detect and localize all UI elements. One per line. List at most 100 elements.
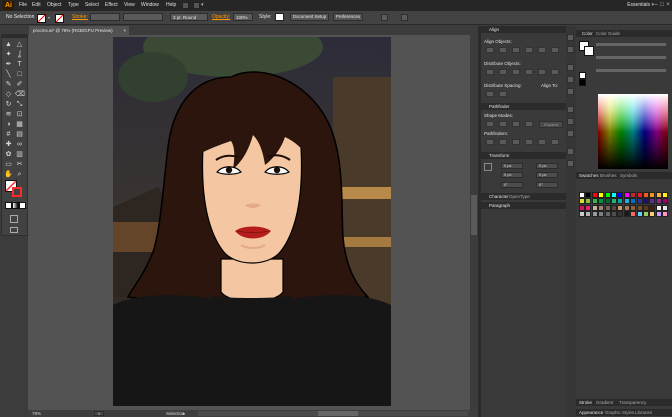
transform-w-field[interactable]: 0 px	[536, 163, 558, 169]
pf-row-2-button-2[interactable]	[499, 139, 507, 145]
fill-dropdown-icon[interactable]: ▾	[48, 15, 50, 20]
swatch[interactable]	[604, 198, 611, 205]
brushes-icon[interactable]	[567, 76, 574, 83]
graphic-styles-panel-tab[interactable]: Graphic Styles	[605, 409, 634, 416]
pf-row-2-button-6[interactable]	[551, 139, 559, 145]
color-panel-icon[interactable]	[567, 34, 574, 41]
symbol-sprayer-tool-icon[interactable]: ✿	[4, 150, 13, 159]
reference-point-icon[interactable]	[484, 163, 492, 171]
swatch[interactable]	[636, 204, 643, 211]
transparency-panel-tab[interactable]: Transparency	[619, 399, 646, 406]
stroke-weight-input[interactable]	[90, 13, 120, 21]
workspace-switcher[interactable]: Essentials	[627, 0, 650, 11]
align-row-2-button-3[interactable]	[512, 69, 520, 75]
eraser-tool-icon[interactable]: ⌫	[15, 90, 25, 99]
swatch[interactable]	[611, 192, 617, 198]
swatch[interactable]	[636, 192, 643, 198]
swatch[interactable]	[623, 211, 630, 218]
align-panel-tab[interactable]: Align	[481, 26, 566, 33]
swatch[interactable]	[611, 198, 617, 205]
symbols-panel-tab[interactable]: Symbols	[620, 172, 637, 179]
transform-panel-tab[interactable]: Transform	[481, 152, 566, 159]
brush-definition[interactable]: 3 pt. Round	[170, 13, 208, 21]
swatch[interactable]	[649, 211, 656, 218]
opacity-label[interactable]: Opacity:	[212, 13, 230, 22]
menu-effect[interactable]: Effect	[105, 0, 118, 11]
swatch[interactable]	[598, 198, 605, 205]
align-row-2-button-6[interactable]	[551, 69, 559, 75]
swatch[interactable]	[579, 198, 585, 205]
align-row-1-button-6[interactable]	[551, 47, 559, 53]
swatch[interactable]	[655, 211, 662, 218]
transform-x-field[interactable]: 0 px	[501, 163, 523, 169]
width-tool-icon[interactable]: ≋	[4, 110, 13, 119]
align-row-1-button-5[interactable]	[538, 47, 546, 53]
character-panel-tab[interactable]: Character	[489, 193, 509, 200]
select-similar-icon[interactable]	[381, 14, 388, 21]
align-row-2-button-1[interactable]	[486, 69, 494, 75]
swatch[interactable]	[591, 198, 598, 205]
swatch[interactable]	[623, 198, 630, 205]
layers-icon[interactable]	[567, 160, 574, 167]
pf-row-1-button-1[interactable]	[486, 121, 494, 127]
swatch[interactable]	[636, 198, 643, 205]
align-row-1-button-2[interactable]	[499, 47, 507, 53]
align-row-2-button-2[interactable]	[499, 69, 507, 75]
opentype-panel-tab[interactable]: OpenType	[509, 193, 530, 200]
close-icon[interactable]: ×	[665, 2, 671, 8]
magic-wand-tool-icon[interactable]: ✦	[4, 50, 13, 59]
color-guide-tab[interactable]: Color Guide	[596, 30, 620, 37]
transform-shear-field[interactable]: 0°	[536, 182, 558, 188]
h-slider[interactable]	[596, 43, 666, 46]
type-tool-icon[interactable]: T	[15, 60, 24, 69]
swatches-panel-tab[interactable]: Swatches	[579, 172, 599, 179]
line-tool-icon[interactable]: ╲	[4, 70, 13, 79]
color-stroke-box[interactable]	[584, 46, 594, 56]
swatch[interactable]	[617, 192, 624, 198]
s-slider[interactable]	[596, 56, 666, 59]
status-arrow-icon[interactable]: ▸	[183, 410, 185, 417]
swatch[interactable]	[643, 192, 649, 198]
menu-select[interactable]: Select	[85, 0, 99, 11]
swatch[interactable]	[655, 192, 662, 198]
transform-angle-field[interactable]: 0°	[501, 182, 523, 188]
lasso-tool-icon[interactable]: ʆ	[15, 50, 24, 59]
color-mode-icon[interactable]	[5, 202, 12, 209]
menu-edit[interactable]: Edit	[32, 0, 41, 11]
paragraph-panel-tab[interactable]: Paragraph	[481, 202, 566, 209]
swatch[interactable]	[649, 192, 656, 198]
swatch[interactable]	[623, 204, 630, 211]
scale-tool-icon[interactable]: ⤡	[15, 100, 24, 109]
artboard[interactable]	[113, 37, 391, 406]
swatch[interactable]	[598, 211, 605, 218]
align-row-1-button-3[interactable]	[512, 47, 520, 53]
document-tab[interactable]: procms.ai* @ 78% (RGB/GPU Preview) ×	[29, 26, 129, 35]
transform-h-field[interactable]: 0 px	[536, 172, 558, 178]
swatch[interactable]	[617, 198, 624, 205]
swatch[interactable]	[662, 198, 669, 205]
perspective-tool-icon[interactable]: ▦	[15, 120, 24, 129]
symbols-icon[interactable]	[567, 88, 574, 95]
artboard-tool-icon[interactable]: ▭	[4, 160, 13, 169]
horizontal-scrollbar[interactable]	[198, 411, 468, 416]
black-color-icon[interactable]	[579, 79, 586, 86]
paintbrush-tool-icon[interactable]: ✎	[4, 80, 13, 89]
align-row-2-button-4[interactable]	[525, 69, 533, 75]
swatch[interactable]	[579, 211, 585, 218]
swatch[interactable]	[598, 192, 605, 198]
swatch[interactable]	[611, 211, 617, 218]
swatch[interactable]	[630, 204, 637, 211]
swatch[interactable]	[591, 192, 598, 198]
swatch[interactable]	[604, 192, 611, 198]
close-document-icon[interactable]: ×	[123, 26, 126, 35]
zoom-level[interactable]: 78%	[32, 410, 41, 417]
pf-row-2-button-3[interactable]	[512, 139, 520, 145]
mesh-tool-icon[interactable]: #	[4, 130, 13, 139]
swatch[interactable]	[585, 198, 592, 205]
blend-tool-icon[interactable]: ∞	[15, 140, 24, 149]
stroke-panel-tab[interactable]: Stroke	[579, 399, 592, 406]
align-row-3-button-1[interactable]	[486, 91, 494, 97]
swatch[interactable]	[643, 198, 649, 205]
menu-type[interactable]: Type	[68, 0, 79, 11]
align-row-1-button-1[interactable]	[486, 47, 494, 53]
